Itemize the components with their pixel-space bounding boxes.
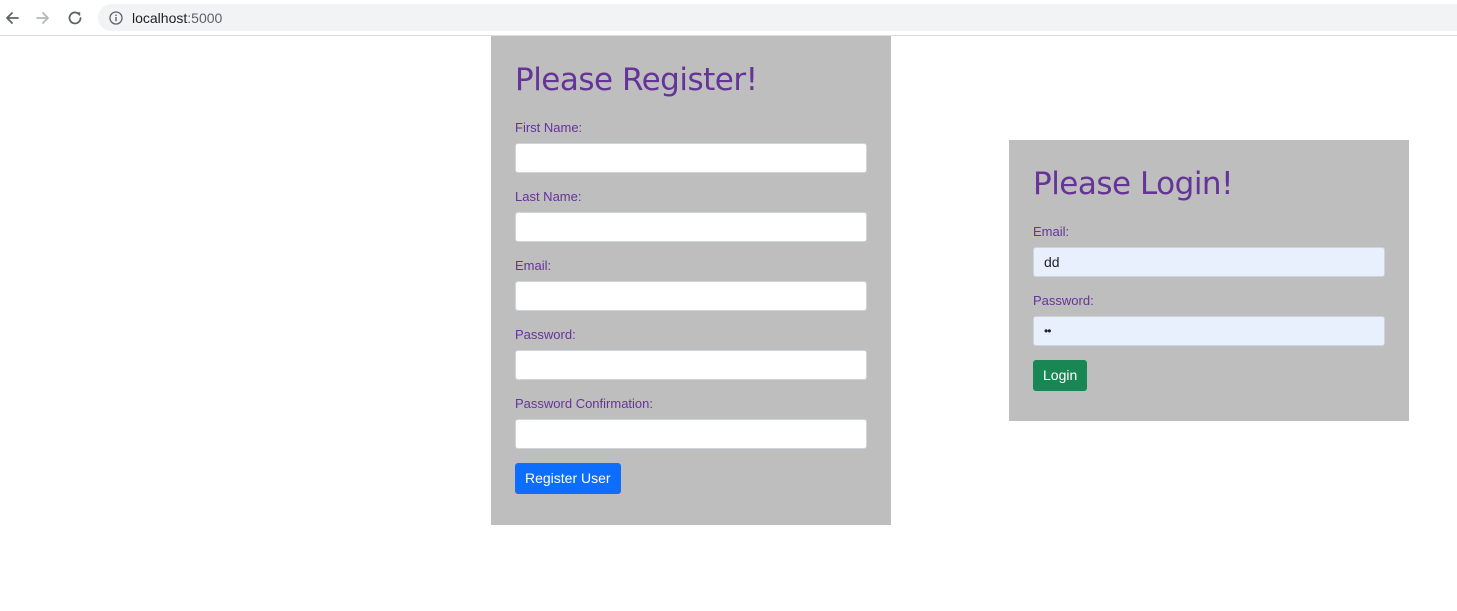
login-password-label: Password: [1033,293,1094,308]
login-card: Please Login! Email: Password: Login [1009,140,1409,421]
url-host: localhost [132,9,188,26]
login-title: Please Login! [1033,166,1234,202]
address-bar[interactable]: localhost:5000 [98,4,1457,31]
first-name-label: First Name: [515,120,583,135]
reload-icon [68,11,82,25]
register-password-input[interactable] [515,350,867,380]
arrow-right-icon [36,12,49,24]
register-email-input[interactable] [515,281,867,311]
register-title: Please Register! [515,62,758,98]
info-icon[interactable] [109,10,123,25]
back-button[interactable] [0,6,24,30]
register-user-button[interactable]: Register User [515,463,621,494]
register-card: Please Register! First Name: Last Name: … [491,36,891,525]
password-confirmation-input[interactable] [515,419,867,449]
url-text: localhost:5000 [132,10,222,26]
register-password-label: Password: [515,327,576,342]
login-button[interactable]: Login [1033,360,1088,391]
login-email-label: Email: [1033,224,1070,239]
last-name-label: Last Name: [515,189,582,204]
register-email-label: Email: [515,258,552,273]
password-confirmation-label: Password Confirmation: [515,396,653,411]
last-name-input[interactable] [515,212,867,242]
first-name-input[interactable] [515,143,867,173]
login-password-input[interactable] [1033,316,1385,346]
reload-button[interactable] [63,6,87,30]
forward-button[interactable] [31,6,55,30]
browser-toolbar: localhost:5000 [0,0,1457,36]
login-email-input[interactable] [1033,247,1385,277]
arrow-left-icon [6,12,19,24]
url-port: :5000 [187,9,223,26]
